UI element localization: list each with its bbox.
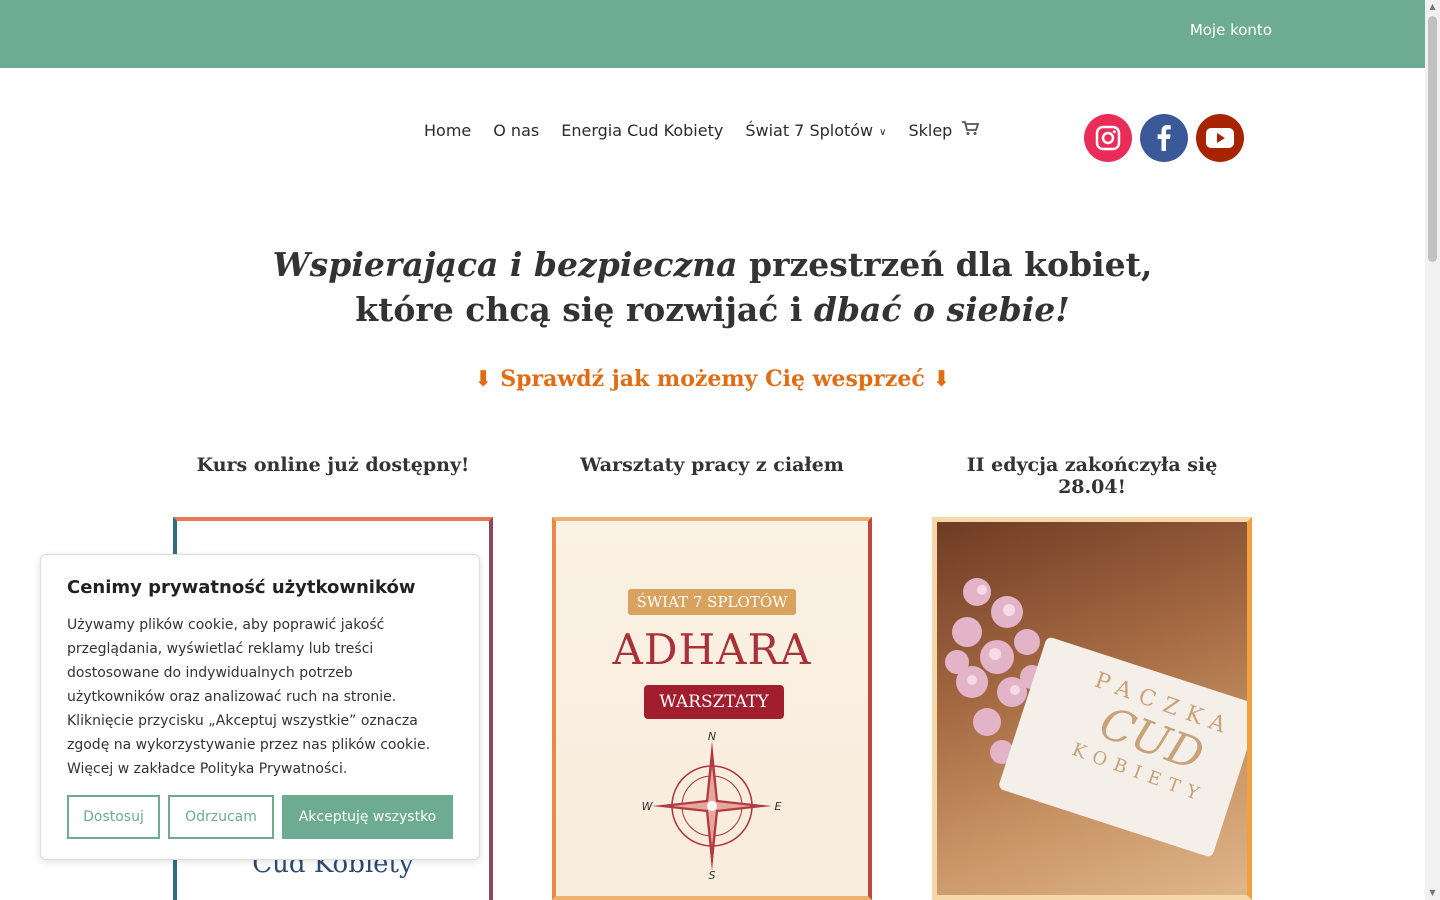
cookie-consent-dialog: Cenimy prywatność użytkowników Używamy p…: [40, 554, 480, 860]
cookie-dialog-body: Używamy plików cookie, aby poprawić jako…: [67, 617, 431, 777]
top-bar: Moje konto: [0, 0, 1425, 68]
cart-icon[interactable]: [962, 121, 980, 140]
scroll-down-icon[interactable]: ▼: [1425, 886, 1440, 900]
hero-heading-text-2: które chcą się rozwijać i: [355, 290, 814, 329]
hero-heading-text-1: przestrzeń dla kobiet,: [737, 245, 1153, 284]
nav-item-energy[interactable]: Energia Cud Kobiety: [561, 121, 723, 140]
youtube-icon[interactable]: [1196, 114, 1244, 162]
compass-north-label: N: [708, 731, 716, 743]
nav-item-about[interactable]: O nas: [493, 121, 539, 140]
hero-heading: Wspierająca i bezpieczna przestrzeń dla …: [0, 242, 1425, 332]
nav-item-home[interactable]: Home: [424, 121, 471, 140]
compass-east-label: E: [775, 800, 782, 813]
hero-heading-emphasis-2: dbać o siebie!: [813, 290, 1070, 329]
workshops-name: ADHARA: [612, 625, 812, 674]
nav-item-shop[interactable]: Sklep: [908, 121, 952, 140]
my-account-link[interactable]: Moje konto: [1190, 21, 1272, 39]
card-title-course: Kurs online już dostępny!: [196, 454, 470, 476]
card-package-image[interactable]: PACZKA CUD KOBIETY: [932, 517, 1252, 900]
social-links: [1084, 114, 1252, 162]
scrollbar-thumb[interactable]: [1428, 16, 1437, 262]
scroll-up-icon[interactable]: ▲: [1425, 0, 1440, 14]
card-title-package: II edycja zakończyła się 28.04!: [966, 454, 1218, 498]
facebook-icon[interactable]: [1140, 114, 1188, 162]
accept-all-button[interactable]: Akceptuję wszystko: [282, 795, 453, 839]
compass-south-label: S: [709, 869, 716, 881]
workshops-subtitle: WARSZTATY: [644, 685, 784, 719]
main-navigation: Home O nas Energia Cud Kobiety Świat 7 S…: [424, 121, 980, 140]
nav-item-world-label: Świat 7 Splotów: [745, 121, 874, 140]
card-workshops-image[interactable]: ŚWIAT 7 SPLOTÓW ADHARA WARSZTATY N E S W: [552, 517, 872, 900]
hero-cta-text: ⬇ Sprawdź jak możemy Cię wesprzeć ⬇: [474, 366, 951, 392]
hero-heading-line-1: Wspierająca i bezpieczna przestrzeń dla …: [0, 242, 1425, 287]
chevron-down-icon: ∨: [879, 127, 887, 138]
workshops-badge: ŚWIAT 7 SPLOTÓW: [628, 589, 796, 615]
hero-heading-emphasis-1: Wspierająca i bezpieczna: [272, 245, 738, 284]
nav-item-world[interactable]: Świat 7 Splotów ∨: [745, 121, 886, 140]
card-title-workshops: Warsztaty pracy z ciałem: [580, 454, 844, 476]
compass-west-label: W: [642, 800, 654, 813]
vertical-scrollbar[interactable]: ▲ ▼: [1425, 0, 1440, 900]
compass-rose-icon: N E S W: [642, 731, 782, 881]
instagram-icon[interactable]: [1084, 114, 1132, 162]
cookie-dialog-title: Cenimy prywatność użytkowników: [67, 577, 416, 598]
customize-button[interactable]: Dostosuj: [67, 795, 160, 839]
reject-button[interactable]: Odrzucam: [168, 795, 274, 839]
hero-heading-line-2: które chcą się rozwijać i dbać o siebie!: [0, 287, 1425, 332]
